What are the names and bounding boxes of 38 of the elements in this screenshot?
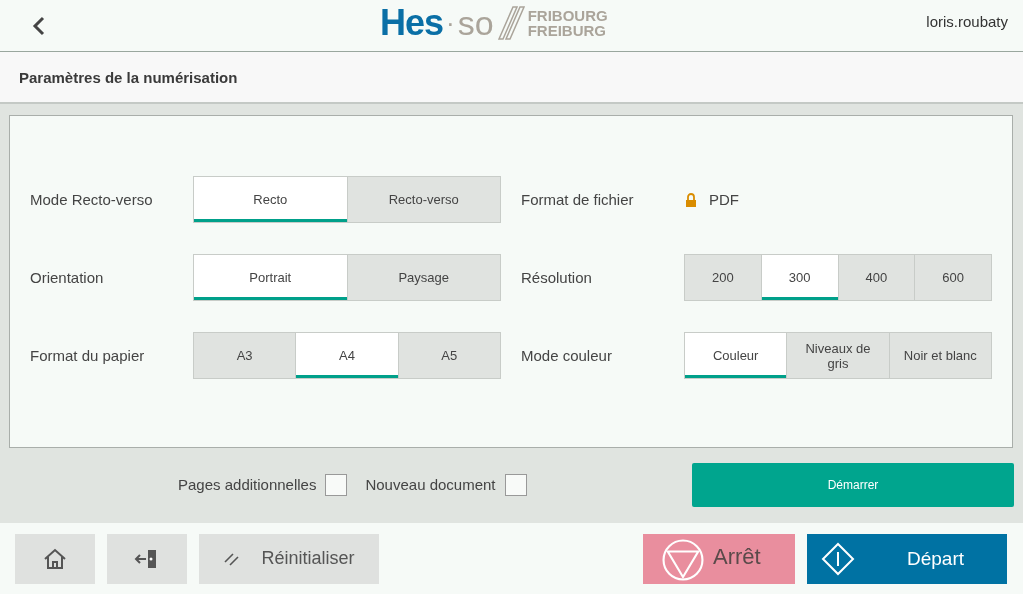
home-button[interactable]: [15, 533, 95, 584]
checkbox[interactable]: [325, 473, 348, 496]
option-tab[interactable]: Couleur: [684, 332, 788, 379]
lock-icon: [685, 192, 697, 207]
option-tab[interactable]: Recto: [193, 176, 348, 223]
checkbox[interactable]: [504, 473, 527, 496]
reset-button[interactable]: Réinitialiser: [199, 533, 379, 584]
checkbox-label: Pages additionnelles: [178, 476, 317, 493]
option-tab[interactable]: Noir et blanc: [888, 332, 992, 379]
setting-label: Orientation: [30, 269, 105, 286]
start-copy-button[interactable]: Départ: [807, 533, 1007, 584]
setting-label: Mode Recto-verso: [30, 191, 154, 208]
page-title: Paramètres de la numérisation: [19, 68, 238, 86]
option-tab[interactable]: Paysage: [346, 254, 501, 301]
option-tab[interactable]: 400: [837, 254, 916, 301]
setting-label: Format du papier: [30, 347, 146, 364]
option-tab[interactable]: A3: [193, 332, 297, 379]
home-icon: [42, 546, 68, 571]
logout-button[interactable]: [107, 533, 187, 584]
setting-value: PDF: [709, 191, 739, 208]
option-tab[interactable]: Niveaux de gris: [786, 332, 890, 379]
stop-button[interactable]: Arrêt: [643, 533, 795, 584]
option-tab[interactable]: 300: [760, 254, 839, 301]
setting-label: Résolution: [521, 269, 593, 286]
user-name: loris.roubaty: [926, 13, 1008, 30]
logo: Hes·so FRIBOURG FREIBURG: [380, 4, 608, 42]
setting-label: Mode couleur: [521, 347, 613, 364]
back-icon: [31, 14, 47, 37]
checkbox-label: Nouveau document: [365, 476, 496, 493]
option-tab[interactable]: A5: [397, 332, 501, 379]
option-tab[interactable]: Recto-verso: [346, 176, 501, 223]
option-tab[interactable]: 200: [684, 254, 762, 301]
option-tab[interactable]: A4: [295, 332, 399, 379]
option-tab[interactable]: 600: [914, 254, 992, 301]
diamond-icon: [821, 541, 855, 576]
stop-icon: [661, 537, 705, 582]
option-tab[interactable]: Portrait: [193, 254, 348, 301]
setting-label: Format de fichier: [521, 191, 635, 208]
